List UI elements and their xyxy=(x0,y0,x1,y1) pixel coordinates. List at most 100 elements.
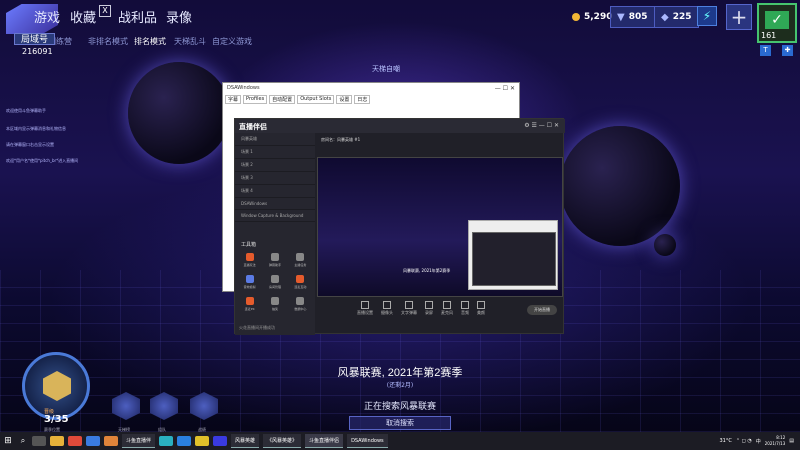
nested-window xyxy=(472,232,556,286)
planet-left xyxy=(128,62,230,164)
scene-panel: 风暴英雄 场景 1 场景 2 场景 3 场景 4 DSAWindows Wind… xyxy=(235,133,315,335)
audio-icon xyxy=(461,301,469,309)
taskbar-app[interactable]: 《风暴英雄》 xyxy=(263,434,302,448)
chrome-icon[interactable] xyxy=(195,436,210,446)
settings-icon xyxy=(361,301,369,309)
tab-custom[interactable]: 自定义游戏 xyxy=(212,36,252,47)
clock[interactable]: 8:12 2021/7/13 xyxy=(765,435,786,447)
browser-icon[interactable] xyxy=(68,436,82,446)
tool-item[interactable]: 抽奖 xyxy=(264,297,285,315)
weather[interactable]: 31°C xyxy=(719,438,731,444)
window-controls[interactable]: — ☐ ✕ xyxy=(495,85,515,92)
ime-indicator[interactable]: 中 xyxy=(756,438,761,445)
beauty-icon xyxy=(477,301,485,309)
tab-settings[interactable]: 设置 xyxy=(336,95,353,104)
tool-item[interactable]: 数据中心 xyxy=(290,297,311,315)
tab-autoconfig[interactable]: 自动配置 xyxy=(269,95,296,104)
record-icon xyxy=(425,301,433,309)
scene-item[interactable]: 场景 1 xyxy=(235,146,315,159)
tray-icons[interactable]: ⌃ ◻ ◔ xyxy=(736,438,752,444)
gems-currency[interactable]: ▼ 805 xyxy=(610,6,655,28)
tab-profiles[interactable]: Profiles xyxy=(243,95,268,104)
explorer-icon[interactable] xyxy=(50,436,64,446)
camera-icon xyxy=(383,301,391,309)
search-icon[interactable]: ⌕ xyxy=(16,436,30,446)
stream-header: 直播伴侣 ⚙ ☰ — ☐ ✕ xyxy=(235,119,565,133)
tab-subtitle[interactable]: 字幕 xyxy=(225,95,242,104)
shards-currency[interactable]: ◆ 225 xyxy=(654,6,699,28)
nav-item-loot[interactable]: 战利品 xyxy=(118,7,157,26)
mic-icon xyxy=(443,301,451,309)
room-title: 房间名：风暴英雄 #1 xyxy=(321,137,361,142)
tool-icon xyxy=(270,275,279,283)
start-button[interactable]: ⊞ xyxy=(0,432,16,450)
gem-icon: ▼ xyxy=(617,11,625,23)
tab-output-slots[interactable]: Output Slots xyxy=(297,95,335,104)
planet-small xyxy=(654,234,676,256)
taskbar-app[interactable]: DSAWindows xyxy=(347,434,388,448)
party-icon[interactable]: T xyxy=(760,45,771,56)
tool-item[interactable]: 连麦互动 xyxy=(290,275,311,293)
chat-line: 本区域内显示弹幕消息和礼物信息 xyxy=(6,126,66,131)
player-id: 216091 xyxy=(22,47,53,56)
rank-emblem[interactable] xyxy=(22,352,90,420)
chat-line: 欢迎使用斗鱼弹幕助手 xyxy=(6,108,46,113)
season-remaining: (还剩2月) xyxy=(386,382,414,389)
tool-item[interactable]: 主播任务 xyxy=(290,253,311,271)
checkmark-icon: ✓ xyxy=(765,11,789,29)
taskbar-app[interactable]: 斗鱼直播伴 xyxy=(122,434,156,448)
planet-right xyxy=(560,126,680,246)
rank-hex-icon xyxy=(43,371,71,401)
windows-taskbar: ⊞ ⌕ 斗鱼直播伴 风暴英雄 《风暴英雄》 斗鱼直播伴侣 DSAWindows … xyxy=(0,432,800,450)
app-icon[interactable] xyxy=(86,436,100,446)
notification-icon[interactable]: ▤ xyxy=(789,438,794,444)
window-controls[interactable]: ⚙ ☰ — ☐ ✕ xyxy=(524,122,559,129)
profile-portrait[interactable]: ✓ 161 xyxy=(757,3,797,43)
scene-item[interactable]: DSAWindows xyxy=(235,198,315,210)
add-friend-button[interactable]: + xyxy=(726,4,752,30)
nav-item-replays[interactable]: 录像 xyxy=(166,7,192,26)
invite-icon[interactable]: ✚ xyxy=(782,45,793,56)
app-icon[interactable] xyxy=(177,436,192,446)
scene-item[interactable]: 场景 2 xyxy=(235,159,315,172)
scene-item[interactable]: 风暴英雄 xyxy=(235,133,315,146)
toolbar-item[interactable]: 麦克风 xyxy=(441,301,453,316)
toolbar-item[interactable]: 音频 xyxy=(461,301,469,316)
stream-app-logo: 直播伴侣 xyxy=(239,123,267,131)
toolbar-item[interactable]: 直播设置 xyxy=(357,301,373,316)
tab-log[interactable]: 日志 xyxy=(354,95,371,104)
collection-badge: X xyxy=(99,5,111,17)
start-stream-button[interactable]: 开始直播 xyxy=(527,305,557,315)
tool-item[interactable]: 弹幕助手 xyxy=(264,253,285,271)
stream-toolbar: 直播设置 摄像头 文字弹幕 录屏 麦克风 音频 美颜 xyxy=(317,297,563,325)
tab-unranked[interactable]: 非排名模式 xyxy=(88,36,128,47)
stream-app-window[interactable]: 直播伴侣 ⚙ ☰ — ☐ ✕ 风暴英雄 场景 1 场景 2 场景 3 场景 4 … xyxy=(234,118,565,335)
app-icon[interactable] xyxy=(159,436,174,446)
toolbar-item[interactable]: 摄像头 xyxy=(381,301,393,316)
app-icon[interactable] xyxy=(104,436,118,446)
nav-item-play[interactable]: 游戏 xyxy=(34,7,60,26)
tool-item[interactable]: 连麦PK xyxy=(239,297,260,315)
app-icon[interactable] xyxy=(213,436,228,446)
scene-item[interactable]: 场景 3 xyxy=(235,172,315,185)
tool-item[interactable]: 直播玩法 xyxy=(239,253,260,271)
boost-button[interactable]: ⚡ xyxy=(697,6,717,26)
cancel-search-button[interactable]: 取消搜索 xyxy=(349,416,451,430)
toolbar-item[interactable]: 文字弹幕 xyxy=(401,301,417,316)
nav-item-collection[interactable]: 收藏 xyxy=(70,7,96,26)
toolbar-item[interactable]: 录屏 xyxy=(425,301,433,316)
taskbar-app[interactable]: 斗鱼直播伴侣 xyxy=(305,434,344,448)
tool-icon xyxy=(245,275,254,283)
toolbar-item[interactable]: 美颜 xyxy=(477,301,485,316)
profile-level: 161 xyxy=(761,31,777,40)
tool-icon xyxy=(270,297,279,305)
tool-item[interactable]: 音效模拟 xyxy=(239,275,260,293)
scene-item[interactable]: 场景 4 xyxy=(235,185,315,198)
tab-ranked[interactable]: 排名模式 xyxy=(134,36,166,47)
tool-item[interactable]: 房间管理 xyxy=(264,275,285,293)
taskview-icon[interactable] xyxy=(32,436,46,446)
taskbar-app[interactable]: 风暴英雄 xyxy=(231,434,260,448)
scene-item[interactable]: Window Capture & Background xyxy=(235,210,315,222)
toolbox-grid: 直播玩法 弹幕助手 主播任务 音效模拟 房间管理 连麦互动 连麦PK 抽奖 数据… xyxy=(239,253,311,315)
tab-brawl[interactable]: 天梯乱斗 xyxy=(174,36,206,47)
